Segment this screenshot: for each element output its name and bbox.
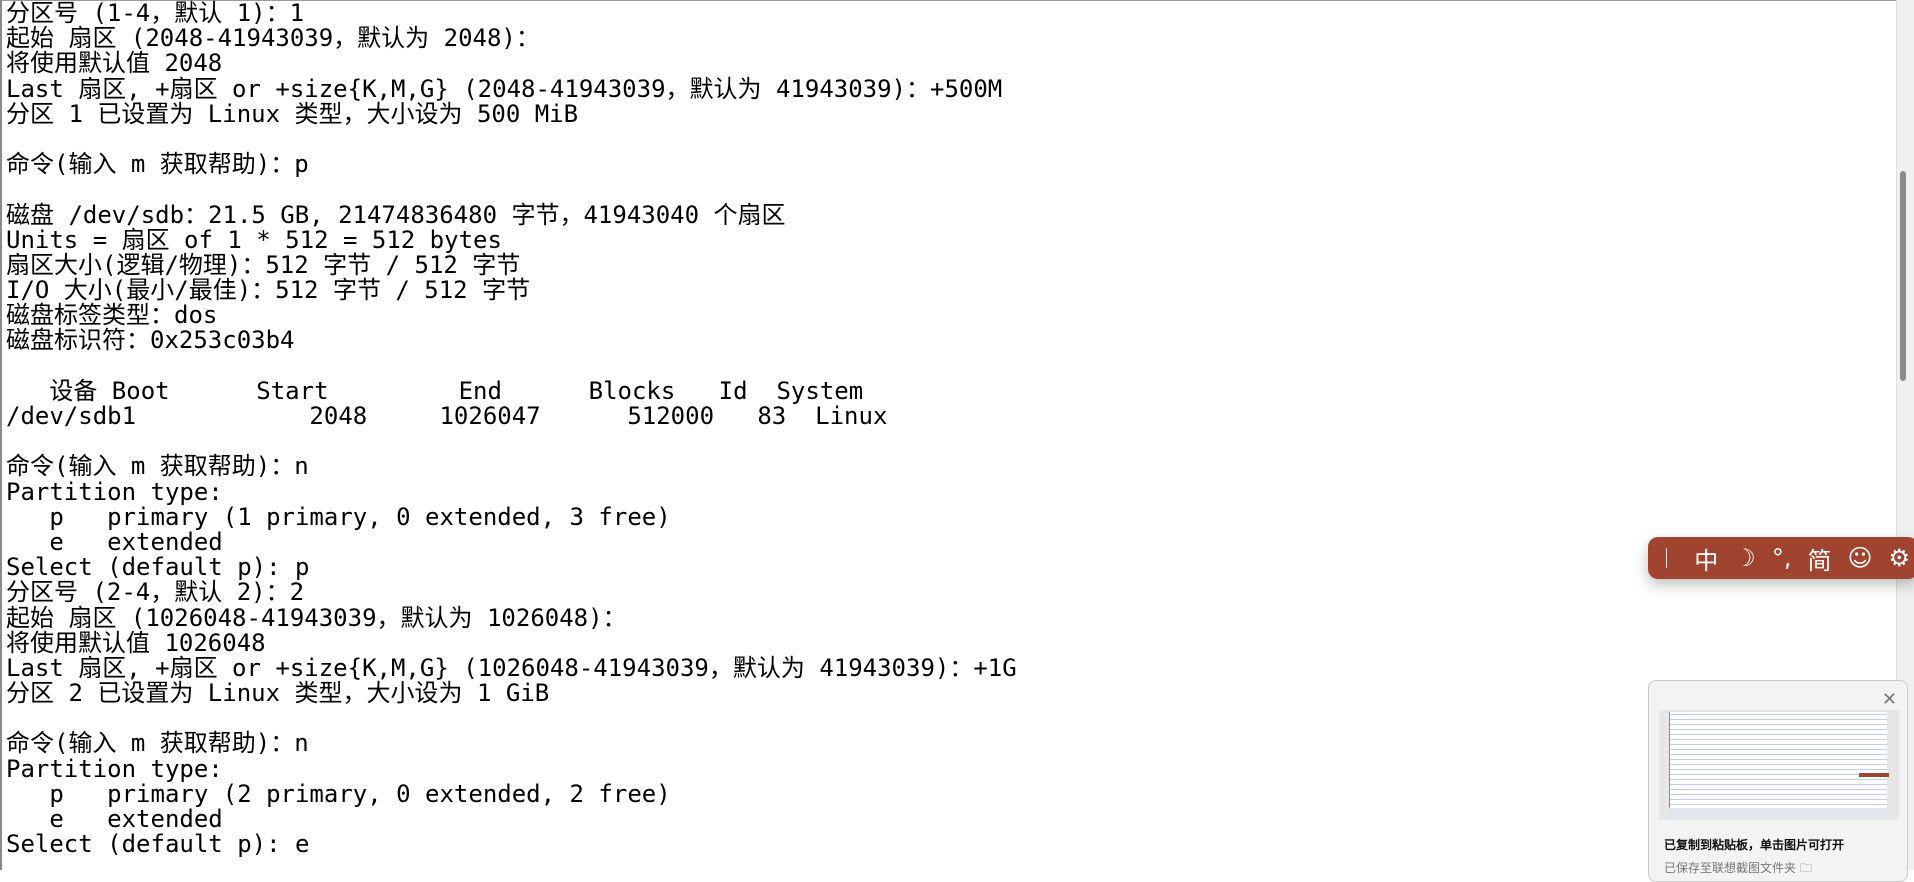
terminal-line: 分区号 (2-4，默认 2)：2 <box>6 580 1886 605</box>
terminal-line: 分区 1 已设置为 Linux 类型，大小设为 500 MiB <box>6 102 1886 127</box>
terminal-line: Select (default p): e <box>6 832 1886 857</box>
terminal-line <box>6 354 1886 379</box>
terminal-line: 扇区大小(逻辑/物理)：512 字节 / 512 字节 <box>6 253 1886 278</box>
terminal-line: 命令(输入 m 获取帮助)：n <box>6 454 1886 479</box>
thumbnail-taskbar <box>1669 810 1886 818</box>
terminal-line: Partition type: <box>6 480 1886 505</box>
terminal-line: 命令(输入 m 获取帮助)：n <box>6 731 1886 756</box>
window-left-border <box>0 0 2 870</box>
terminal-line: 将使用默认值 1026048 <box>6 631 1886 656</box>
terminal-line: 起始 扇区 (1026048-41943039，默认为 1026048)： <box>6 606 1886 631</box>
terminal-line: Select (default p): p <box>6 555 1886 580</box>
terminal-line: 将使用默认值 2048 <box>6 51 1886 76</box>
terminal-output[interactable]: 分区号 (1-4，默认 1)：1起始 扇区 (2048-41943039，默认为… <box>6 1 1886 857</box>
terminal-line: 分区 2 已设置为 Linux 类型，大小设为 1 GiB <box>6 681 1886 706</box>
notification-subtitle-text: 已保存至联想截图文件夹 <box>1664 861 1796 875</box>
emoji-icon[interactable]: ☺ <box>1847 544 1872 572</box>
terminal-line: 磁盘 /dev/sdb：21.5 GB, 21474836480 字节，4194… <box>6 203 1886 228</box>
terminal-line: 磁盘标识符：0x253c03b4 <box>6 328 1886 353</box>
simplified-toggle[interactable]: 简 <box>1807 541 1831 576</box>
terminal-line: Partition type: <box>6 757 1886 782</box>
ime-toolbar[interactable]: 中 ☽ °, 简 ☺ ⚙ <box>1648 537 1914 579</box>
terminal-line: 磁盘标签类型：dos <box>6 303 1886 328</box>
scrollbar-thumb[interactable] <box>1900 171 1906 381</box>
gear-icon[interactable]: ⚙ <box>1888 544 1910 572</box>
terminal-line <box>6 706 1886 731</box>
moon-icon[interactable]: ☽ <box>1734 544 1756 572</box>
punctuation-toggle[interactable]: °, <box>1772 544 1792 572</box>
notification-title: 已复制到粘贴板，单击图片可打开 <box>1664 836 1844 853</box>
screenshot-notification[interactable]: ✕ 已复制到粘贴板，单击图片可打开 已保存至联想截图文件夹 🗀 <box>1648 680 1908 882</box>
terminal-line: e extended <box>6 530 1886 555</box>
terminal-line: 命令(输入 m 获取帮助)：p <box>6 152 1886 177</box>
terminal-line: Units = 扇区 of 1 * 512 = 512 bytes <box>6 228 1886 253</box>
screenshot-thumbnail[interactable] <box>1659 710 1899 820</box>
terminal-line: 设备 Boot Start End Blocks Id System <box>6 379 1886 404</box>
terminal-line: Last 扇区, +扇区 or +size{K,M,G} (2048-41943… <box>6 77 1886 102</box>
terminal-line <box>6 127 1886 152</box>
terminal-line: p primary (2 primary, 0 extended, 2 free… <box>6 782 1886 807</box>
thumbnail-page <box>1669 712 1887 808</box>
terminal-line <box>6 177 1886 202</box>
terminal-line: /dev/sdb1 2048 1026047 512000 83 Linux <box>6 404 1886 429</box>
terminal-line: I/O 大小(最小/最佳)：512 字节 / 512 字节 <box>6 278 1886 303</box>
chinese-mode-toggle[interactable]: 中 <box>1694 541 1718 576</box>
terminal-line: 起始 扇区 (2048-41943039，默认为 2048)： <box>6 26 1886 51</box>
terminal-line: Last 扇区, +扇区 or +size{K,M,G} (1026048-41… <box>6 656 1886 681</box>
terminal-line: 分区号 (1-4，默认 1)：1 <box>6 1 1886 26</box>
thumbnail-ime-bar <box>1859 773 1889 777</box>
terminal-line: e extended <box>6 807 1886 832</box>
terminal-line: p primary (1 primary, 0 extended, 3 free… <box>6 505 1886 530</box>
close-icon[interactable]: ✕ <box>1882 689 1897 710</box>
terminal-line <box>6 429 1886 454</box>
folder-icon[interactable]: 🗀 <box>1800 861 1812 875</box>
